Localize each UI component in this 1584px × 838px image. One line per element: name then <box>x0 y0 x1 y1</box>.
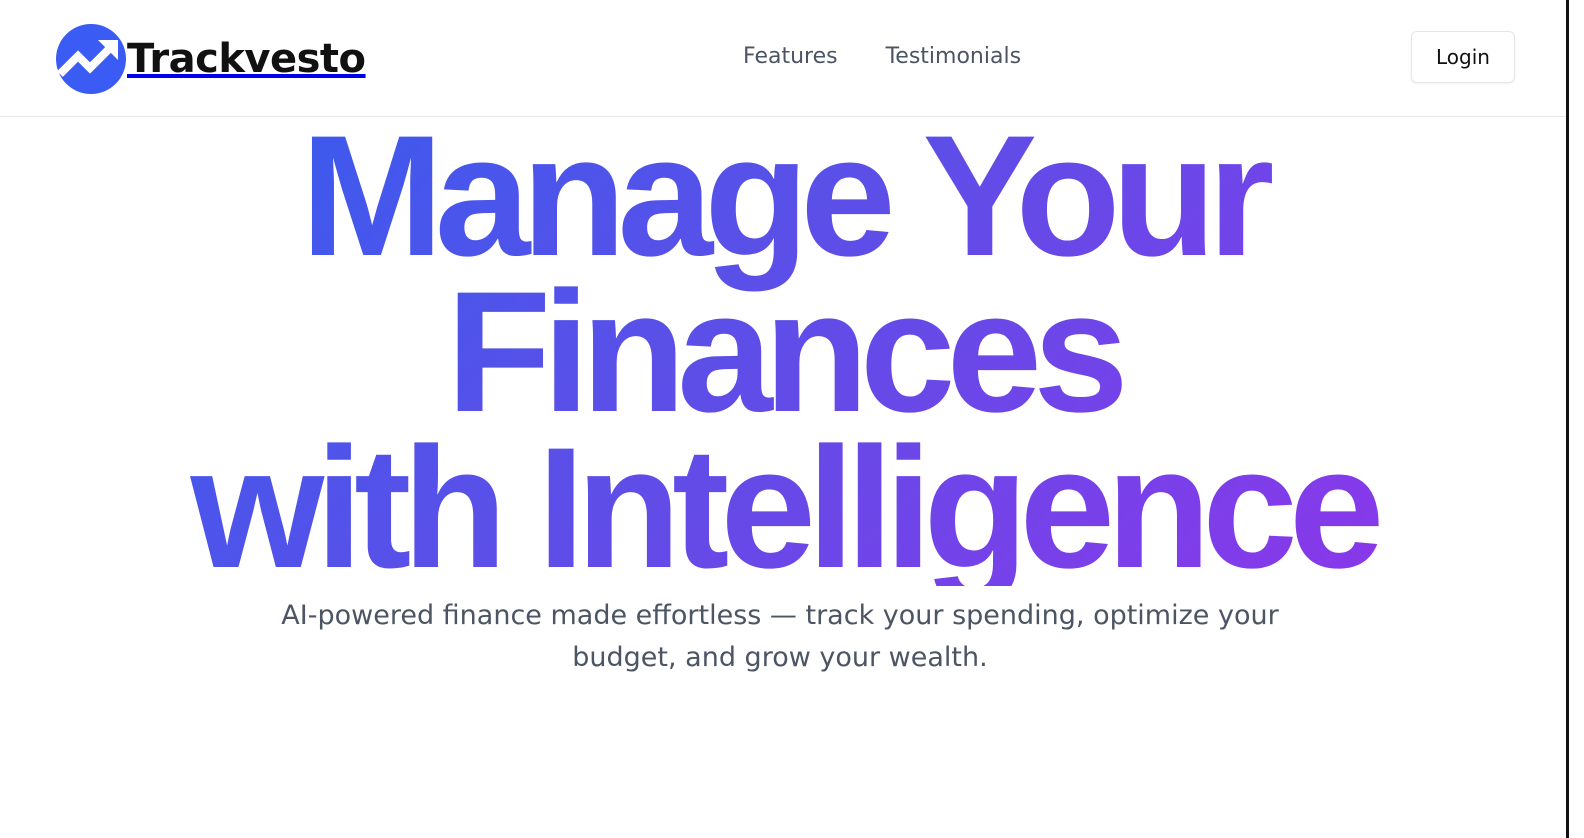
brand-name: Trackvesto <box>127 36 366 82</box>
landing-page: Trackvesto Features Testimonials Login M… <box>0 0 1566 838</box>
brand-link[interactable]: Trackvesto <box>56 24 366 94</box>
login-button[interactable]: Login <box>1411 31 1515 83</box>
nav-link-testimonials[interactable]: Testimonials <box>886 38 1021 76</box>
hero-title: Manage Your Finances with Intelligence <box>0 118 1566 586</box>
trending-up-icon <box>56 24 126 94</box>
hero-title-line: with Intelligence <box>190 412 1376 604</box>
window-edge <box>1566 0 1584 838</box>
hero-title-line: Finances <box>446 256 1120 448</box>
nav-link-features[interactable]: Features <box>743 38 838 76</box>
main-nav: Features Testimonials <box>743 38 1021 76</box>
hero-title-line: Manage Your <box>300 100 1266 292</box>
hero-subtitle: AI-powered finance made effortless — tra… <box>281 600 1279 673</box>
